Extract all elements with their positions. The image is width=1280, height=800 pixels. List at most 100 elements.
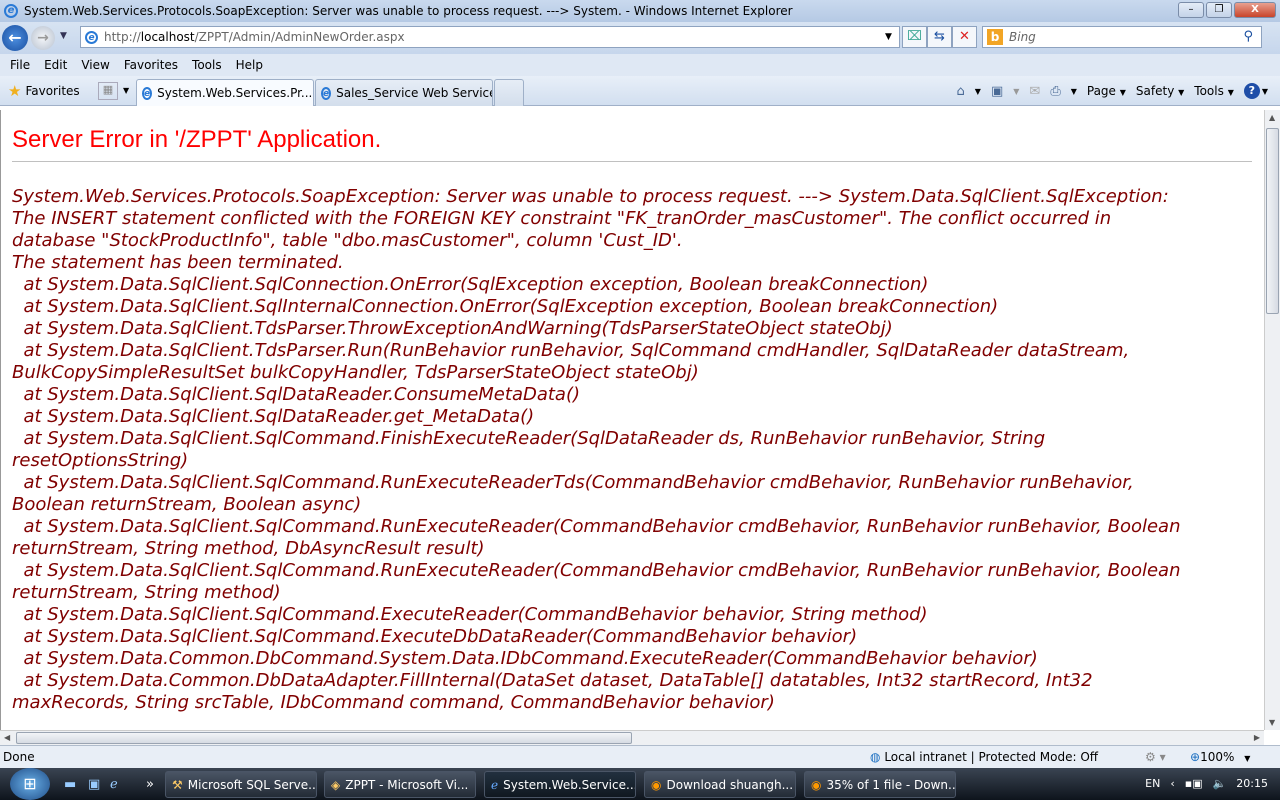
sql-server-icon: ⚒ <box>172 777 183 792</box>
history-dropdown-icon[interactable]: ▼ <box>60 31 67 41</box>
stack-line: at System.Data.SqlClient.SqlConnection.O… <box>12 274 929 295</box>
menu-help[interactable]: Help <box>236 58 263 72</box>
search-placeholder: Bing <box>1009 30 1036 44</box>
stop-icon[interactable]: ✕ <box>952 26 977 48</box>
page-label: Page <box>1086 84 1116 98</box>
stack-line: at System.Data.SqlClient.SqlCommand.RunE… <box>12 516 1181 537</box>
menu-favorites[interactable]: Favorites <box>124 58 178 72</box>
mail-icon[interactable]: ✉ <box>1029 84 1040 99</box>
tools-label: Tools <box>1194 84 1224 98</box>
help-menu[interactable]: ? ▼ <box>1243 83 1268 99</box>
menu-tools[interactable]: Tools <box>192 58 222 72</box>
vertical-scroll-thumb[interactable] <box>1266 128 1279 314</box>
star-icon: ★ <box>8 82 22 100</box>
zoom-level[interactable]: ⊕100% ▼ <box>1190 750 1250 764</box>
stack-line: resetOptionsString) <box>12 450 189 471</box>
minimize-button[interactable]: – <box>1178 2 1204 18</box>
scroll-right-icon[interactable]: ▶ <box>1254 733 1260 742</box>
stack-line: at System.Data.SqlClient.SqlInternalConn… <box>12 296 999 317</box>
zoom-dropdown-icon[interactable]: ▼ <box>1244 754 1250 763</box>
back-button[interactable]: ← <box>2 25 28 51</box>
window-title: System.Web.Services.Protocols.SoapExcept… <box>24 4 793 18</box>
home-dropdown-icon[interactable]: ▼ <box>975 87 981 96</box>
taskbar-item-sql-server[interactable]: ⚒ Microsoft SQL Serve... <box>165 771 317 798</box>
security-zone[interactable]: ◍ Local intranet | Protected Mode: Off <box>870 750 1098 764</box>
quick-tabs-icon[interactable]: ▦ <box>98 82 118 100</box>
tray-expand-icon[interactable]: ‹ <box>1170 777 1174 790</box>
stack-line: at System.Data.SqlClient.SqlCommand.RunE… <box>12 560 1181 581</box>
address-bar[interactable]: e http://localhost/ZPPT/Admin/AdminNewOr… <box>80 26 900 48</box>
refresh-icon[interactable]: ⇆ <box>927 26 952 48</box>
address-path: /ZPPT/Admin/AdminNewOrder.aspx <box>194 30 405 44</box>
stack-line: at System.Data.SqlClient.SqlDataReader.g… <box>12 406 535 427</box>
address-dropdown-icon[interactable]: ▼ <box>885 32 892 42</box>
ie-icon: ℯ <box>491 777 499 792</box>
tab-sales-service[interactable]: e Sales_Service Web Service <box>315 79 493 106</box>
popup-blocker-icon[interactable]: ⚙ ▾ <box>1145 750 1166 764</box>
taskbar-item-downloads[interactable]: ◉ 35% of 1 file - Down... <box>804 771 956 798</box>
stack-line: at System.Data.SqlClient.SqlCommand.Exec… <box>12 604 928 625</box>
status-text: Done <box>3 750 35 764</box>
safety-label: Safety <box>1135 84 1175 98</box>
new-tab-button[interactable] <box>494 79 524 106</box>
menu-edit[interactable]: Edit <box>44 58 67 72</box>
scroll-left-icon[interactable]: ◀ <box>4 733 10 742</box>
horizontal-scrollbar[interactable]: ◀ ▶ <box>0 730 1264 745</box>
menu-file[interactable]: File <box>10 58 30 72</box>
safety-menu[interactable]: Safety ▼ <box>1136 84 1184 98</box>
error-line: database "StockProductInfo", table "dbo.… <box>12 230 683 251</box>
more-quicklaunch-icon[interactable]: » <box>146 777 154 792</box>
close-button[interactable]: X <box>1234 2 1276 18</box>
ie-quicklaunch-icon[interactable]: ℯ <box>110 777 118 792</box>
menu-view[interactable]: View <box>81 58 109 72</box>
compatibility-view-icon[interactable]: ⌧ <box>902 26 927 48</box>
stack-line: at System.Data.SqlClient.TdsParser.Run(R… <box>12 340 1130 361</box>
tools-menu[interactable]: Tools ▼ <box>1194 84 1234 98</box>
switch-windows-icon[interactable]: ▣ <box>88 777 100 792</box>
taskbar-item-firefox-download[interactable]: ◉ Download shuangh... <box>644 771 796 798</box>
tab-system-web-services[interactable]: e System.Web.Services.Pr... ✕ <box>136 79 314 106</box>
language-indicator[interactable]: EN <box>1145 777 1160 790</box>
zoom-icon: ⊕ <box>1190 750 1201 764</box>
start-button[interactable]: ⊞ <box>10 768 50 800</box>
stack-line: at System.Data.SqlClient.TdsParser.Throw… <box>12 318 893 339</box>
vertical-scrollbar[interactable]: ▲ ▼ <box>1264 110 1280 730</box>
taskbar-label: Microsoft SQL Serve... <box>187 777 317 792</box>
volume-icon[interactable]: 🔈 <box>1213 777 1227 790</box>
menu-bar: File Edit View Favorites Tools Help <box>0 54 1280 76</box>
horizontal-scroll-thumb[interactable] <box>16 732 632 744</box>
navigation-bar: ← → ▼ e http://localhost/ZPPT/Admin/Admi… <box>0 22 1280 54</box>
scroll-down-icon[interactable]: ▼ <box>1269 718 1275 727</box>
taskbar-item-ie[interactable]: ℯ System.Web.Service... <box>484 771 636 798</box>
clock[interactable]: 20:15 <box>1236 777 1268 790</box>
home-icon[interactable]: ⌂ <box>957 84 965 99</box>
address-prefix: http:// <box>104 30 141 44</box>
feeds-icon[interactable]: ▣ <box>991 84 1003 99</box>
feeds-dropdown-icon[interactable]: ▼ <box>1013 87 1019 96</box>
forward-button[interactable]: → <box>31 26 55 50</box>
stack-line: at System.Data.Common.DbDataAdapter.Fill… <box>12 670 1093 691</box>
page-icon: e <box>85 30 98 44</box>
restore-button[interactable]: ❐ <box>1206 2 1232 18</box>
page-title: Server Error in '/ZPPT' Application. <box>12 126 382 153</box>
zoom-value: 100% <box>1200 750 1235 764</box>
tab-list-dropdown-icon[interactable]: ▼ <box>123 86 129 95</box>
favorites-label: Favorites <box>25 84 80 98</box>
visual-studio-icon: ◈ <box>331 777 341 792</box>
search-box[interactable]: b Bing ⚲ <box>982 26 1262 48</box>
page-menu[interactable]: Page ▼ <box>1087 84 1126 98</box>
address-host: localhost <box>140 30 195 44</box>
network-icon[interactable]: ▪▣ <box>1185 777 1203 790</box>
stack-line: at System.Data.SqlClient.SqlCommand.Fini… <box>12 428 1046 449</box>
ie-icon: e <box>4 4 18 18</box>
taskbar-label: ZPPT - Microsoft Vi... <box>345 777 469 792</box>
taskbar: ⊞ ▬ ▣ ℯ » ⚒ Microsoft SQL Serve... ◈ ZPPT … <box>0 768 1280 800</box>
taskbar-label: Download shuangh... <box>666 777 794 792</box>
taskbar-item-visual-studio[interactable]: ◈ ZPPT - Microsoft Vi... <box>324 771 476 798</box>
favorites-button[interactable]: ★ Favorites <box>8 82 80 100</box>
show-desktop-icon[interactable]: ▬ <box>64 777 76 792</box>
print-dropdown-icon[interactable]: ▼ <box>1071 87 1077 96</box>
search-icon[interactable]: ⚲ <box>1243 29 1253 44</box>
scroll-up-icon[interactable]: ▲ <box>1269 113 1275 122</box>
print-icon[interactable]: ⎙ <box>1050 84 1060 99</box>
